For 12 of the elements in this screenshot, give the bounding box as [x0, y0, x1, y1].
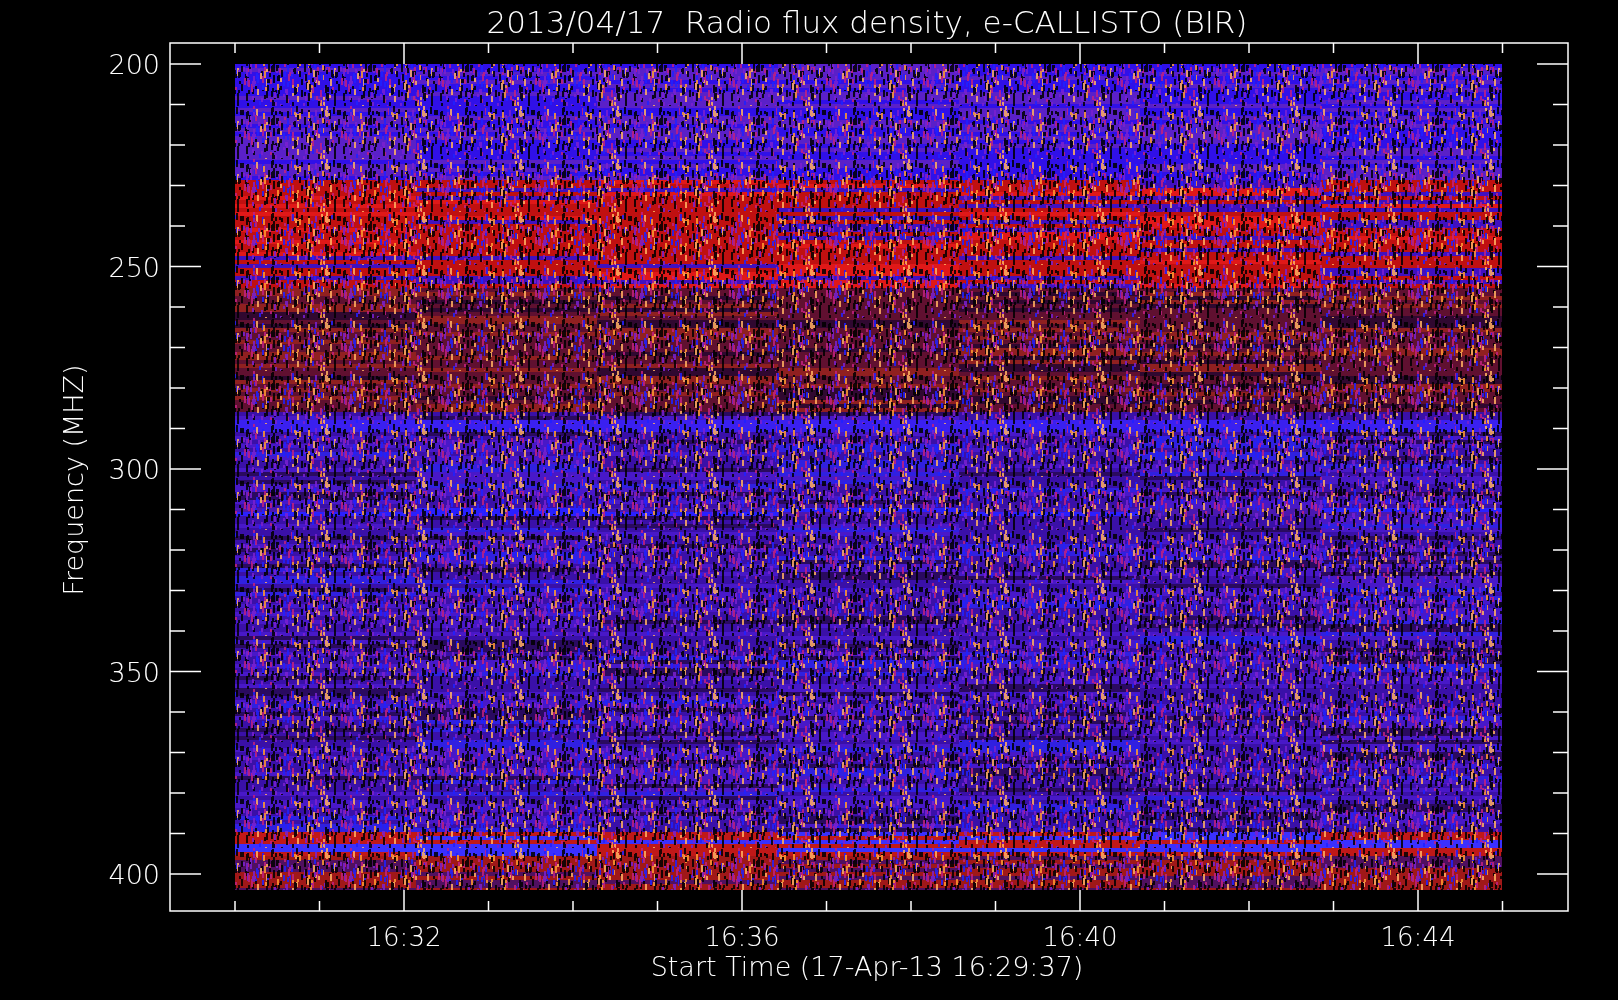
axis-title: Start Time (17-Apr-13 16:29:37) [650, 951, 1084, 982]
axis-tick-label: 16:32 [366, 922, 442, 952]
axis-tick-label: 16:36 [704, 922, 780, 952]
axis-tick-label: 250 [108, 251, 160, 283]
axis-tick-label: 400 [108, 859, 160, 890]
chart-title: 2013/04/17 Radio flux density, e-CALLISTO (BIR) [486, 4, 1248, 40]
axis-tick-label: 200 [108, 49, 160, 80]
axis-tick-label: 16:40 [1042, 922, 1118, 952]
axis-tick-label: 350 [108, 656, 160, 688]
axis-title: Frequency (MHZ) [58, 364, 89, 596]
axis-tick-label: 16:44 [1380, 922, 1456, 952]
axis-tick-label: 300 [108, 454, 160, 485]
